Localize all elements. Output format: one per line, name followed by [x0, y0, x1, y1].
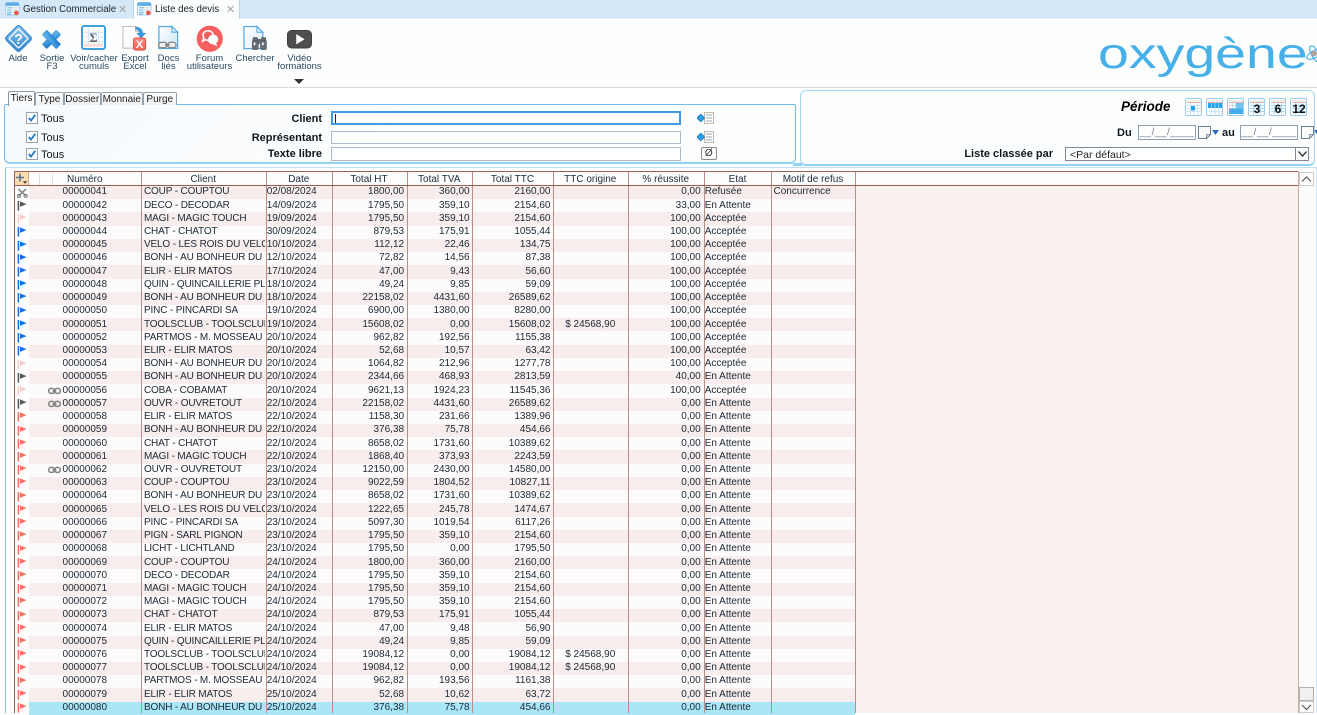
- svg-text:12: 12: [1292, 103, 1306, 114]
- svg-text:?: ?: [14, 32, 23, 48]
- svg-text:Σ: Σ: [89, 31, 97, 45]
- svg-text:3: 3: [1253, 103, 1260, 114]
- svg-text:6: 6: [1274, 103, 1281, 114]
- svg-text:X: X: [135, 38, 143, 50]
